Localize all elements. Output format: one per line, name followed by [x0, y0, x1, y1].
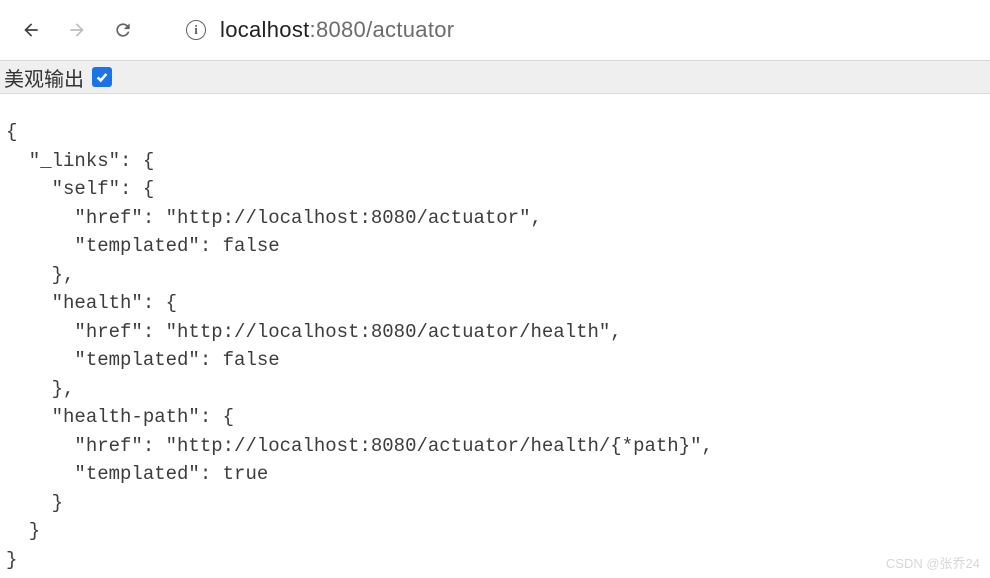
- forward-button[interactable]: [66, 19, 88, 41]
- watermark: CSDN @张乔24: [886, 553, 980, 572]
- pretty-print-checkbox[interactable]: [92, 67, 112, 87]
- json-line: "href": "http://localhost:8080/actuator"…: [6, 207, 542, 229]
- json-line: "href": "http://localhost:8080/actuator/…: [6, 435, 713, 457]
- back-button[interactable]: [20, 19, 42, 41]
- json-line: }: [6, 549, 17, 571]
- reload-button[interactable]: [112, 19, 134, 41]
- json-line: "templated": false: [6, 349, 280, 371]
- browser-toolbar: i localhost:8080/actuator: [0, 0, 990, 60]
- pretty-print-bar: 美观输出: [0, 60, 990, 94]
- address-bar[interactable]: i localhost:8080/actuator: [186, 17, 970, 43]
- json-line: "templated": false: [6, 235, 280, 257]
- json-line: "self": {: [6, 178, 154, 200]
- json-line: },: [6, 264, 74, 286]
- url-text: localhost:8080/actuator: [220, 17, 454, 43]
- json-line: }: [6, 492, 63, 514]
- json-line: }: [6, 520, 40, 542]
- pretty-print-label: 美观输出: [4, 63, 84, 92]
- json-line: "_links": {: [6, 150, 154, 172]
- json-line: "health-path": {: [6, 406, 234, 428]
- json-line: {: [6, 121, 17, 143]
- json-line: "health": {: [6, 292, 177, 314]
- site-info-icon[interactable]: i: [186, 20, 206, 40]
- json-line: "href": "http://localhost:8080/actuator/…: [6, 321, 622, 343]
- json-line: },: [6, 378, 74, 400]
- json-line: "templated": true: [6, 463, 268, 485]
- json-content: { "_links": { "self": { "href": "http://…: [0, 94, 990, 574]
